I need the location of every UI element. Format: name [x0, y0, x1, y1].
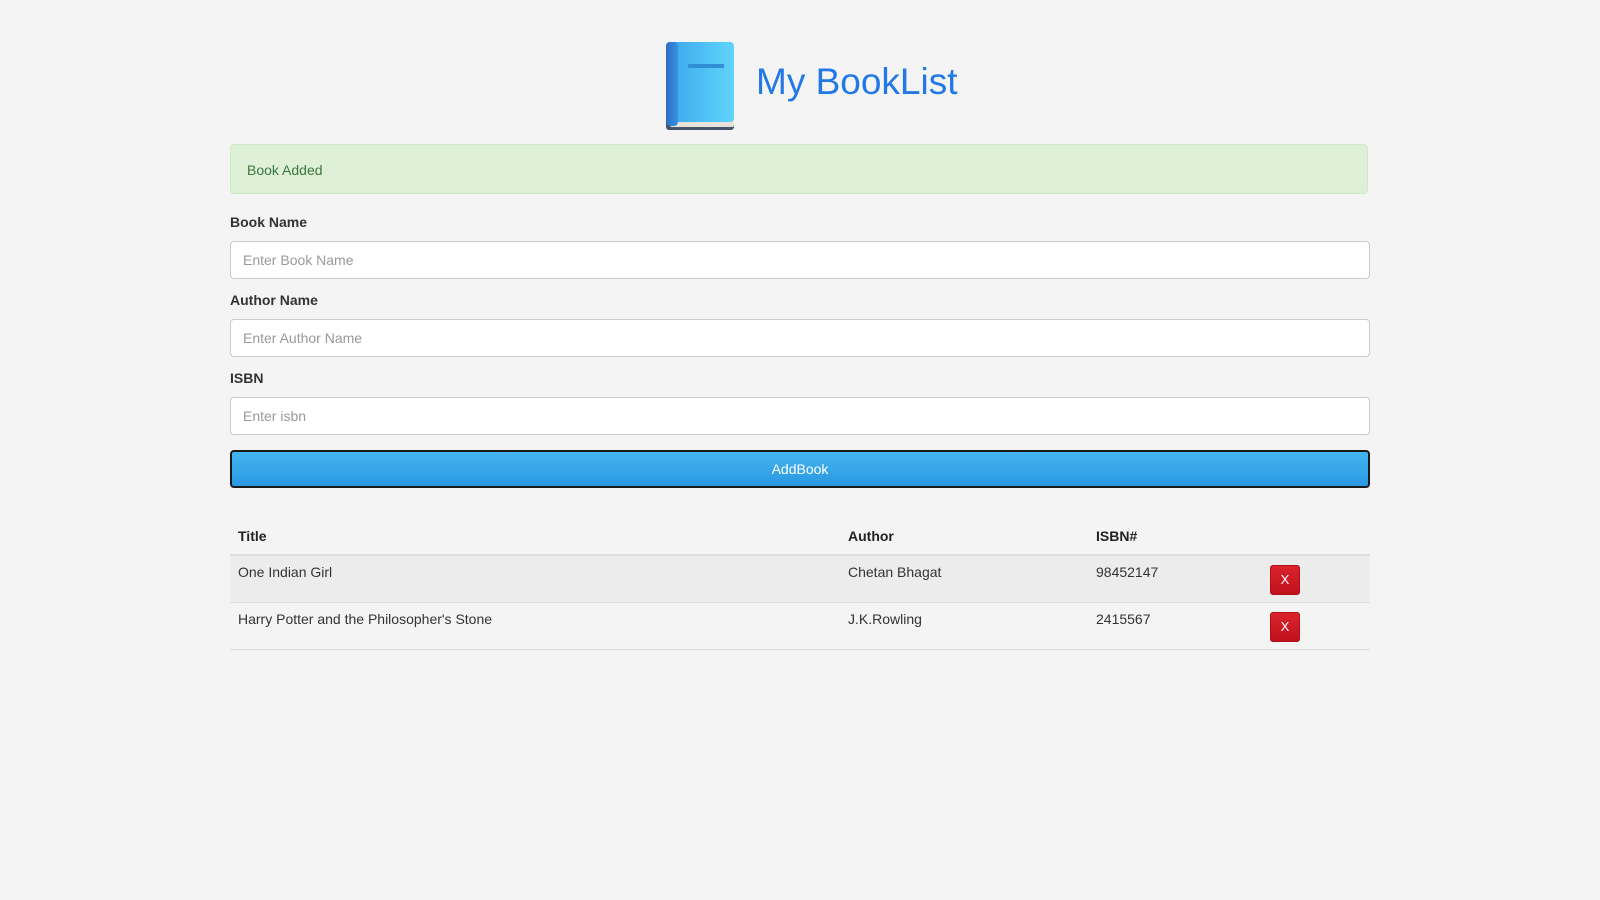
column-header-title: Title: [230, 518, 840, 556]
book-isbn-cell: 2415567: [1088, 602, 1262, 650]
book-name-label: Book Name: [230, 214, 308, 230]
actions-cell: X: [1262, 602, 1370, 650]
author-name-input[interactable]: [230, 319, 1370, 357]
blue-book-icon: [666, 42, 734, 130]
book-list-table: Title Author ISBN# One Indian Girl Cheta…: [230, 518, 1370, 650]
column-header-actions: [1262, 518, 1370, 556]
book-author-cell: J.K.Rowling: [840, 602, 1088, 650]
delete-book-button[interactable]: X: [1270, 565, 1300, 595]
book-title-cell: Harry Potter and the Philosopher's Stone: [230, 602, 840, 650]
app-title: My BookList: [756, 61, 958, 102]
book-isbn-cell: 98452147: [1088, 555, 1262, 603]
actions-cell: X: [1262, 555, 1370, 603]
column-header-isbn: ISBN#: [1088, 518, 1262, 556]
add-book-button[interactable]: AddBook: [230, 450, 1370, 488]
isbn-input[interactable]: [230, 397, 1370, 435]
page-header: My BookList: [230, 0, 1370, 144]
main-container: My BookList Book Added Book Name Author …: [230, 0, 1370, 650]
success-alert: Book Added: [230, 144, 1368, 194]
book-author-cell: Chetan Bhagat: [840, 555, 1088, 603]
table-row: Harry Potter and the Philosopher's Stone…: [230, 602, 1370, 650]
book-name-input[interactable]: [230, 241, 1370, 279]
book-title-cell: One Indian Girl: [230, 555, 840, 603]
column-header-author: Author: [840, 518, 1088, 556]
table-header-row: Title Author ISBN#: [230, 518, 1370, 556]
author-name-label: Author Name: [230, 292, 318, 308]
isbn-label: ISBN: [230, 370, 264, 386]
table-row: One Indian Girl Chetan Bhagat 98452147 X: [230, 555, 1370, 603]
delete-book-button[interactable]: X: [1270, 612, 1300, 642]
